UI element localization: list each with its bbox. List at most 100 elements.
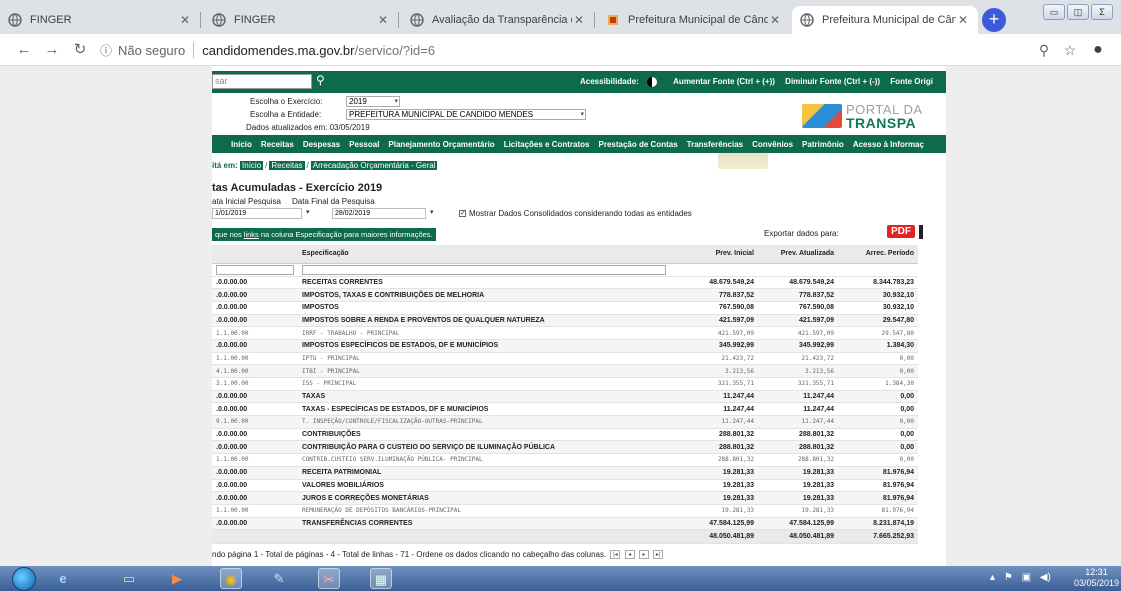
table-row[interactable]: 1.1.00.00 CONTRIB.CUSTEIO SERV.ILUMINAÇÃO… [212,453,918,467]
date-initial-input[interactable]: 1/01/2019 [212,208,302,219]
font-original-link[interactable]: Fonte Origi [890,77,933,86]
menu-licitacoes[interactable]: Licitações e Contratos [504,140,590,149]
menu-inicio[interactable]: Início [231,140,252,149]
export-other-button[interactable] [919,225,923,239]
reload-icon[interactable]: ↻ [70,40,90,60]
calculator-icon[interactable]: ▦ [370,568,392,589]
prev-page-button[interactable]: ◂ [624,550,635,560]
table-row[interactable]: .0.0.00.00 RECEITA PATRIMONIAL 19.281,33 19… [212,466,918,480]
row-specification[interactable]: IMPOSTOS ESPECÍFICOS DE ESTADOS, DF E MU… [298,339,670,353]
tab-prefeitura-1[interactable]: Prefeitura Municipal de Cândid ✕ [598,6,790,34]
paint-icon[interactable]: ✎ [268,568,290,589]
row-specification[interactable]: IRRF - TRABALHO - PRINCIPAL [298,326,670,340]
row-specification[interactable]: RECEITA PATRIMONIAL [298,466,670,480]
breadcrumb-inicio[interactable]: Início [240,161,264,170]
row-specification[interactable]: IMPOSTOS SOBRE A RENDA E PROVENTOS DE QU… [298,314,670,328]
menu-planejamento[interactable]: Planejamento Orçamentário [388,140,494,149]
table-row[interactable]: .0.0.00.00 IMPOSTOS 767.590,08 767.590,08 30… [212,301,918,315]
row-specification[interactable]: JUROS E CORREÇÕES MONETÁRIAS [298,491,670,505]
table-row[interactable]: .0.0.00.00 IMPOSTOS SOBRE A RENDA E PROVE… [212,314,918,328]
col-code-header[interactable] [212,245,298,264]
table-row[interactable]: .0.0.00.00 JUROS E CORREÇÕES MONETÁRIAS 19… [212,491,918,505]
menu-pessoal[interactable]: Pessoal [349,140,379,149]
font-decrease-link[interactable]: Diminuir Fonte (Ctrl + (-)) [785,77,880,86]
menu-acesso[interactable]: Acesso à Informaç [853,140,924,149]
chevron-down-icon[interactable]: ▾ [306,208,310,216]
table-row[interactable]: .0.0.00.00 TAXAS - ESPECÍFICAS DE ESTADOS… [212,402,918,417]
table-row[interactable]: .0.0.00.00 IMPOSTOS ESPECÍFICOS DE ESTADO… [212,339,918,353]
font-increase-link[interactable]: Aumentar Fonte (Ctrl + (+)) [673,77,775,86]
code-filter-input[interactable] [216,264,294,275]
row-specification[interactable]: CONTRIB.CUSTEIO SERV.ILUMINAÇÃO PÚBLICA-… [298,453,670,467]
row-specification[interactable]: ISS - PRINCIPAL [298,377,670,391]
zoom-icon[interactable]: ⚲ [1034,40,1054,60]
star-icon[interactable]: ☆ [1060,40,1080,60]
breadcrumb-receitas[interactable]: Receitas [269,161,305,170]
chrome-icon[interactable]: ◉ [220,568,242,589]
clock[interactable]: 12:31 03/05/2019 [1072,567,1121,589]
menu-prestacao[interactable]: Prestação de Contas [599,140,678,149]
date-final-input[interactable]: 28/02/2019 [332,208,426,219]
row-specification[interactable]: IMPOSTOS [298,301,670,315]
profile-icon[interactable]: ● [1088,40,1108,60]
table-row[interactable]: .0.0.00.00 RECEITAS CORRENTES 48.679.549,2… [212,276,918,290]
table-row[interactable]: .0.0.00.00 CONTRIBUIÇÕES 288.801,32 288.801… [212,428,918,442]
row-specification[interactable]: TAXAS - ESPECÍFICAS DE ESTADOS, DF E MUN… [298,402,670,417]
tab-finger-1[interactable]: FINGER ✕ [0,6,200,34]
site-search-input[interactable]: sar [212,74,312,89]
menu-receitas[interactable]: Receitas [261,140,294,149]
new-tab-button[interactable]: + [982,8,1006,32]
table-row[interactable]: 4.1.00.00 ITBI - PRINCIPAL 3.213,56 3.213,5… [212,364,918,378]
table-row[interactable]: 3.1.00.00 ISS - PRINCIPAL 321.355,71 321.35… [212,377,918,391]
contrast-icon[interactable] [646,77,657,87]
menu-patrimonio[interactable]: Patrimônio [802,140,844,149]
table-row[interactable]: .0.0.00.00 IMPOSTOS, TAXAS E CONTRIBUIÇÕE… [212,288,918,302]
minimize-button[interactable]: ▭ [1043,4,1065,20]
network-icon[interactable]: ▣ [1022,572,1031,583]
menu-despesas[interactable]: Despesas [303,140,340,149]
maximize-button[interactable]: ◫ [1067,4,1089,20]
row-specification[interactable]: VALORES MOBILIÁRIOS [298,479,670,493]
snipping-tool-icon[interactable]: ✂ [318,568,340,589]
row-specification[interactable]: CONTRIBUIÇÃO PARA O CUSTEIO DO SERVIÇO D… [298,440,670,455]
tray-arrow-icon[interactable]: ▴ [990,572,995,583]
col-prev-atualizada-header[interactable]: Prev. Atualizada [758,245,838,264]
table-row[interactable]: 1.1.00.00 IRRF - TRABALHO - PRINCIPAL 421.… [212,326,918,340]
table-row[interactable]: .0.0.00.00 TAXAS 11.247,44 11.247,44 0,00 [212,390,918,404]
start-button[interactable] [12,567,36,591]
row-specification[interactable]: ITBI - PRINCIPAL [298,364,670,378]
exercicio-select[interactable]: 2019 ▾ [346,96,400,107]
consolidated-checkbox[interactable]: ✓ [459,210,466,218]
tab-prefeitura-active[interactable]: Prefeitura Municipal de Cândid ✕ [792,6,978,34]
table-row[interactable]: .0.0.00.00 TRANSFERÊNCIAS CORRENTES 47.584… [212,517,918,531]
table-row[interactable]: 9.1.00.00 T. INSPEÇÃO/CONTROLE/FISCALIZAÇ… [212,415,918,429]
menu-transferencias[interactable]: Transferências [687,140,743,149]
row-specification[interactable]: IPTU - PRINCIPAL [298,352,670,366]
next-page-button[interactable]: ▸ [638,550,649,560]
entidade-select[interactable]: PREFEITURA MUNICIPAL DE CANDIDO MENDES ▾ [346,109,586,120]
close-icon[interactable]: ✕ [376,13,390,27]
last-page-button[interactable]: ▸| [653,550,664,560]
close-icon[interactable]: ✕ [956,13,970,27]
spec-filter-input[interactable] [302,264,666,275]
search-icon[interactable]: ⚲ [316,73,325,87]
table-row[interactable]: 1.1.00.00 IPTU - PRINCIPAL 21.423,72 21.423… [212,352,918,366]
col-prev-inicial-header[interactable]: Prev. Inicial [670,245,758,264]
volume-icon[interactable]: ◀) [1040,572,1051,583]
forward-icon[interactable]: → [42,40,62,60]
internet-explorer-icon[interactable]: e [52,568,74,589]
folder-icon[interactable]: ▭ [118,568,140,589]
tab-finger-2[interactable]: FINGER ✕ [204,6,398,34]
url-omnibox[interactable]: ⓘ Não seguro candidomendes.ma.gov.br/ser… [100,38,1000,62]
hint-link[interactable]: links [244,230,259,239]
close-icon[interactable]: ✕ [768,13,782,27]
back-icon[interactable]: ← [14,40,34,60]
first-page-button[interactable]: |◂ [610,550,621,560]
table-row[interactable]: 1.1.00.00 REMUNERAÇÃO DE DEPÓSITOS BANCÁR… [212,504,918,518]
row-specification[interactable]: REMUNERAÇÃO DE DEPÓSITOS BANCÁRIOS-PRINC… [298,504,670,518]
table-row[interactable]: .0.0.00.00 VALORES MOBILIÁRIOS 19.281,33 19… [212,479,918,493]
tab-avaliacao[interactable]: Avaliação da Transparência dos ✕ [402,6,594,34]
table-row[interactable]: .0.0.00.00 CONTRIBUIÇÃO PARA O CUSTEIO DO… [212,440,918,455]
export-pdf-button[interactable]: PDF [887,225,915,238]
portal-logo[interactable]: PORTAL DA TRANSPA [802,100,946,131]
